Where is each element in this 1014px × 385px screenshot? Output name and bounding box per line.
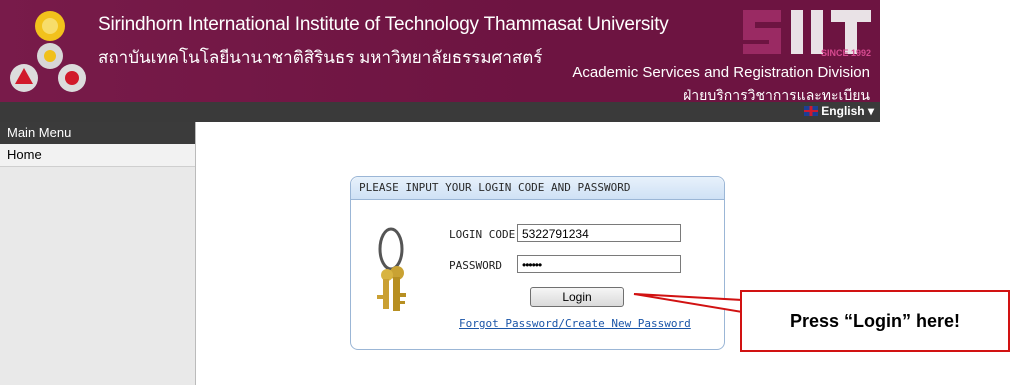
division-name-th: ฝ่ายบริการวิชาการและทะเบียน xyxy=(683,87,870,102)
siit-logo: SINCE 1992 xyxy=(743,10,871,58)
header-banner: Sirindhorn International Institute of Te… xyxy=(0,0,880,102)
password-input[interactable]: •••••• xyxy=(517,255,681,273)
login-panel-heading: PLEASE INPUT YOUR LOGIN CODE AND PASSWOR… xyxy=(351,177,724,200)
callout-text: Press “Login” here! xyxy=(789,311,961,331)
callout-box: Press “Login” here! xyxy=(740,290,1010,352)
chevron-down-icon: ▾ xyxy=(864,104,874,118)
institute-logo-icon xyxy=(10,11,86,92)
login-code-input[interactable]: 5322791234 xyxy=(517,224,681,242)
login-button[interactable]: Login xyxy=(530,287,624,307)
keys-icon xyxy=(377,227,406,311)
institute-name-en: Sirindhorn International Institute of Te… xyxy=(98,14,669,35)
sidebar: Main Menu Home xyxy=(0,122,196,385)
sidebar-item-home[interactable]: Home xyxy=(0,144,195,167)
login-code-label: LOGIN CODE xyxy=(449,228,516,241)
sidebar-title: Main Menu xyxy=(0,122,195,144)
division-name-en: Academic Services and Registration Divis… xyxy=(572,64,870,81)
login-panel: PLEASE INPUT YOUR LOGIN CODE AND PASSWOR… xyxy=(350,176,725,350)
language-selector[interactable]: English ▾ xyxy=(804,104,874,118)
language-label: English xyxy=(821,104,865,118)
top-strip: English ▾ xyxy=(0,102,880,122)
siit-since-text: SINCE 1992 xyxy=(821,48,871,58)
forgot-password-link[interactable]: Forgot Password/Create New Password xyxy=(459,317,691,330)
password-label: PASSWORD xyxy=(449,259,502,272)
uk-flag-icon xyxy=(804,106,819,116)
institute-name-th: สถาบันเทคโนโลยีนานาชาติสิรินธร มหาวิทยาล… xyxy=(98,48,543,67)
